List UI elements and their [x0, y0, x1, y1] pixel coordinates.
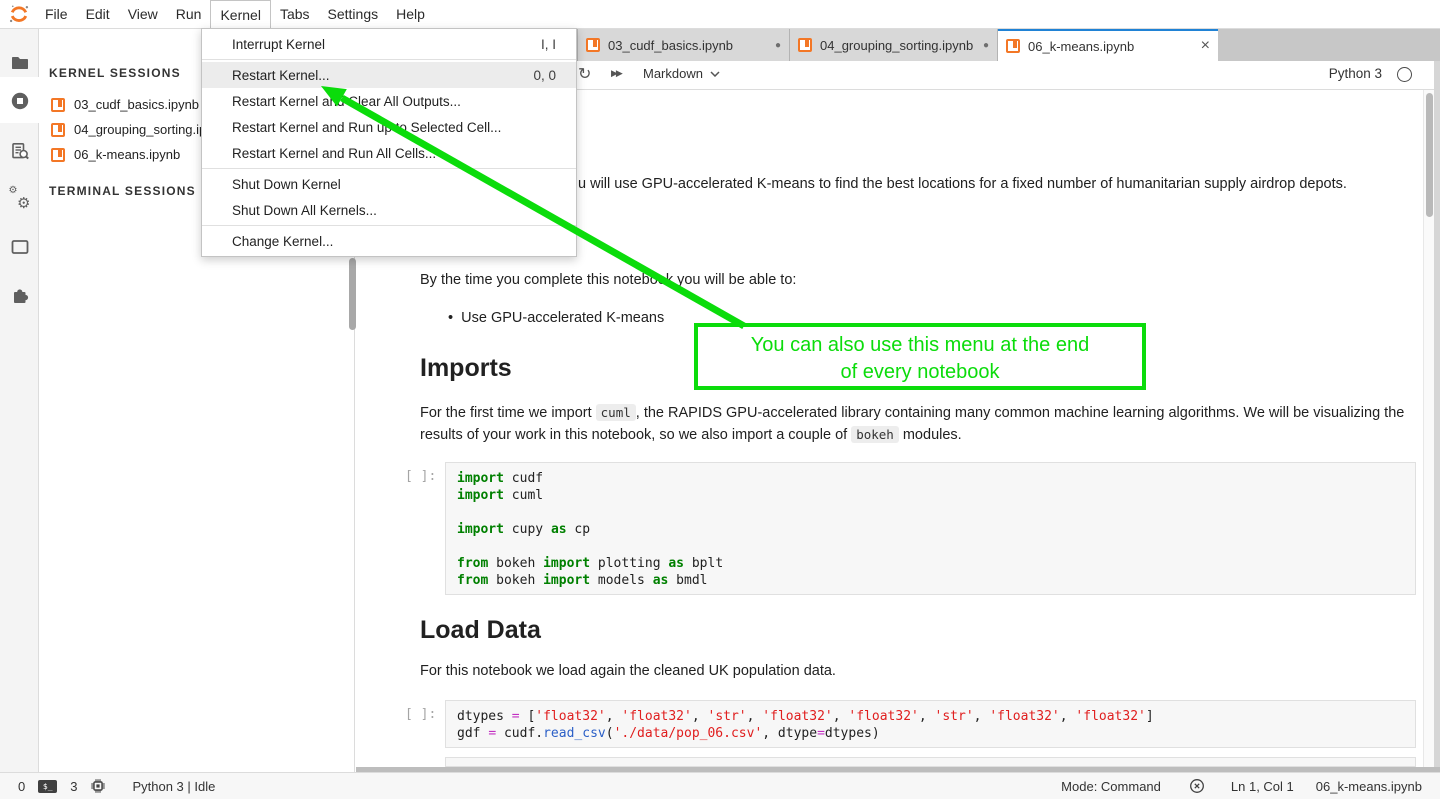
kernel-status-icon[interactable] — [1397, 67, 1412, 82]
goal-bullet-item: • Use GPU-accelerated K-means — [448, 310, 664, 326]
menu-divider — [202, 59, 576, 60]
menu-item-label: Restart Kernel and Clear All Outputs... — [232, 94, 461, 109]
kernel-menu: Interrupt Kernel I, I Restart Kernel... … — [201, 28, 577, 257]
menu-item-shutdown-kernel[interactable]: Shut Down Kernel — [202, 171, 576, 197]
menu-item-change-kernel[interactable]: Change Kernel... — [202, 228, 576, 254]
notebook-file-icon — [586, 38, 600, 52]
inspector-icon[interactable] — [0, 131, 39, 171]
window-edge — [1434, 61, 1440, 767]
cell-prompt: [ ]: — [405, 707, 436, 722]
code-cell-load-data[interactable]: dtypes = ['float32', 'float32', 'str', '… — [445, 700, 1416, 748]
annotation-text: You can also use this menu at the end — [698, 332, 1142, 359]
tab-06-k-means[interactable]: 06_k-means.ipynb × — [998, 29, 1218, 61]
menu-divider — [202, 168, 576, 169]
menu-item-label: Change Kernel... — [232, 234, 333, 249]
bullet-icon: • — [448, 310, 453, 326]
menu-settings[interactable]: Settings — [319, 0, 388, 28]
kernel-name[interactable]: Python 3 — [1329, 66, 1382, 81]
panel-scrollbar-thumb[interactable] — [349, 258, 356, 330]
menu-item-label: Restart Kernel... — [232, 68, 330, 83]
goals-paragraph: By the time you complete this notebook y… — [420, 272, 796, 288]
circle-x-icon[interactable] — [1189, 778, 1205, 794]
menu-item-restart-kernel[interactable]: Restart Kernel... 0, 0 — [202, 62, 576, 88]
notebook-file-icon — [51, 98, 65, 112]
imports-heading: Imports — [420, 354, 512, 383]
notebook-scrollbar — [1423, 90, 1434, 767]
menu-item-restart-run-to-cell[interactable]: Restart Kernel and Run up to Selected Ce… — [202, 114, 576, 140]
dirty-dot-icon: ● — [775, 40, 781, 51]
menu-item-interrupt-kernel[interactable]: Interrupt Kernel I, I — [202, 31, 576, 57]
status-filename: 06_k-means.ipynb — [1316, 779, 1422, 794]
open-tabs-icon[interactable] — [0, 227, 39, 267]
load-data-heading: Load Data — [420, 616, 541, 645]
menu-help[interactable]: Help — [387, 0, 434, 28]
run-all-icon[interactable]: ▶▶ — [611, 68, 621, 79]
terminal-icon[interactable]: $_ — [38, 780, 57, 793]
menu-bar: File Edit View Run Kernel Tabs Settings … — [0, 0, 1440, 29]
menu-tabs[interactable]: Tabs — [271, 0, 319, 28]
code-cell-imports[interactable]: import cudfimport cuml import cupy as cp… — [445, 462, 1416, 595]
annotation-box: You can also use this menu at the end of… — [694, 323, 1146, 390]
menu-item-restart-clear-outputs[interactable]: Restart Kernel and Clear All Outputs... — [202, 88, 576, 114]
status-bar: 0 $_ 3 Python 3 | Idle Mode: Command — [0, 772, 1440, 799]
menu-view[interactable]: View — [119, 0, 167, 28]
notebook-file-icon — [51, 148, 65, 162]
cell-type-value: Markdown — [643, 66, 703, 81]
menu-item-restart-run-all[interactable]: Restart Kernel and Run All Cells... — [202, 140, 576, 166]
kernel-status-text[interactable]: Python 3 | Idle — [132, 779, 215, 794]
tab-03-cudf-basics[interactable]: 03_cudf_basics.ipynb ● — [577, 29, 790, 61]
close-tab-icon[interactable]: × — [1201, 38, 1210, 54]
notebook-scrollbar-thumb[interactable] — [1426, 93, 1433, 217]
menu-kernel[interactable]: Kernel — [210, 0, 270, 29]
file-browser-icon[interactable] — [0, 43, 39, 83]
terminal-sessions-title: TERMINAL SESSIONS — [49, 184, 196, 198]
chip-icon[interactable] — [90, 778, 106, 794]
mode-indicator[interactable]: Mode: Command — [1061, 779, 1161, 794]
menu-item-shortcut: 0, 0 — [533, 68, 564, 83]
menu-item-label: Restart Kernel and Run up to Selected Ce… — [232, 120, 501, 135]
restart-kernel-icon[interactable]: ↻ — [578, 64, 591, 84]
terminals-count[interactable]: 0 — [18, 779, 25, 794]
inline-code: cuml — [596, 404, 636, 421]
jupyter-logo-icon — [8, 3, 30, 25]
kernels-count[interactable]: 3 — [70, 779, 77, 794]
sidebar-icon-strip: ⚙⚙ — [0, 29, 39, 772]
session-label: 06_k-means.ipynb — [74, 147, 180, 162]
menu-edit[interactable]: Edit — [77, 0, 119, 28]
chevron-down-icon — [710, 71, 720, 77]
load-data-paragraph: For this notebook we load again the clea… — [420, 663, 836, 679]
extension-manager-icon[interactable] — [0, 275, 39, 315]
notebook-file-icon — [1006, 39, 1020, 53]
annotation-text: of every notebook — [698, 359, 1142, 386]
notebook-file-icon — [51, 123, 65, 137]
imports-paragraph: For the first time we import cuml, the R… — [420, 402, 1416, 446]
dirty-dot-icon: ● — [983, 40, 989, 51]
session-label: 03_cudf_basics.ipynb — [74, 97, 199, 112]
cell-prompt: [ ]: — [405, 469, 436, 484]
cursor-position[interactable]: Ln 1, Col 1 — [1231, 779, 1294, 794]
menu-item-label: Shut Down All Kernels... — [232, 203, 377, 218]
menu-file[interactable]: File — [36, 0, 77, 28]
tab-label: 04_grouping_sorting.ipynb — [820, 38, 981, 53]
jupyterlab-window: File Edit View Run Kernel Tabs Settings … — [0, 0, 1440, 799]
gears-icon[interactable]: ⚙⚙ — [0, 179, 39, 219]
menu-run[interactable]: Run — [167, 0, 211, 28]
cell-type-dropdown[interactable]: Markdown — [643, 66, 720, 81]
menu-item-shutdown-all-kernels[interactable]: Shut Down All Kernels... — [202, 197, 576, 223]
code-cell-partial[interactable] — [445, 757, 1416, 767]
notebook-file-icon — [798, 38, 812, 52]
menu-item-label: Interrupt Kernel — [232, 37, 325, 52]
menu-divider — [202, 225, 576, 226]
running-sessions-icon[interactable] — [0, 81, 39, 121]
menu-item-label: Restart Kernel and Run All Cells... — [232, 146, 436, 161]
tab-label: 03_cudf_basics.ipynb — [608, 38, 741, 53]
menu-item-label: Shut Down Kernel — [232, 177, 341, 192]
menu-item-shortcut: I, I — [541, 37, 564, 52]
kernel-sessions-title: KERNEL SESSIONS — [49, 66, 181, 80]
tab-label: 06_k-means.ipynb — [1028, 39, 1142, 54]
intro-paragraph: u will use GPU-accelerated K-means to fi… — [578, 176, 1347, 192]
tab-04-grouping-sorting[interactable]: 04_grouping_sorting.ipynb ● — [790, 29, 998, 61]
inline-code: bokeh — [851, 426, 899, 443]
